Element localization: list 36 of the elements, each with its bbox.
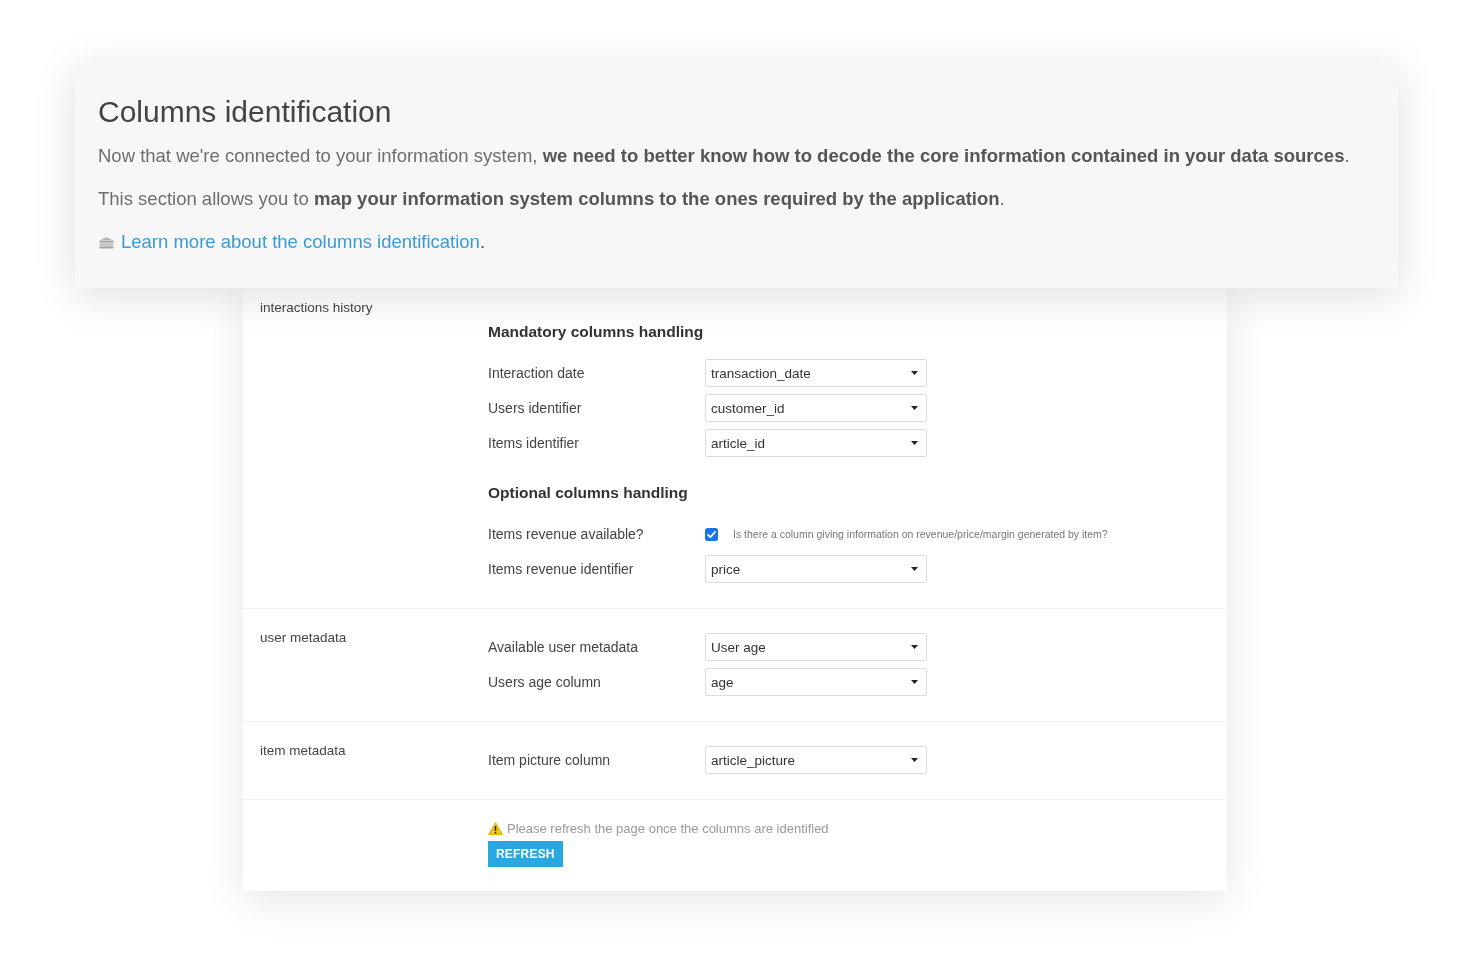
caret-icon <box>911 645 918 649</box>
select-field[interactable]: article_id <box>705 429 927 457</box>
select-field[interactable]: customer_id <box>705 394 927 422</box>
warning-icon <box>488 821 503 835</box>
field-label: Users age column <box>488 674 602 690</box>
caret-icon <box>911 406 918 410</box>
stack-icon <box>98 235 115 249</box>
field-label: Items revenue identifier <box>488 561 635 577</box>
field-label: Users identifier <box>488 400 583 416</box>
section-label: user metadata <box>260 630 348 646</box>
field-label: Available user metadata <box>488 639 639 655</box>
field-label: Items revenue available? <box>488 526 645 542</box>
select-field[interactable]: article_picture <box>705 746 927 774</box>
group-heading: Optional columns handling <box>488 483 689 503</box>
field-label: Items identifier <box>488 435 581 451</box>
select-field[interactable]: transaction_date <box>705 359 927 387</box>
warning-text: Please refresh the page once the columns are identified <box>507 820 829 836</box>
field-label: Item picture column <box>488 752 612 768</box>
select-field[interactable]: price <box>705 555 927 583</box>
hint-text: Is there a column giving information on revenue/price/margin generated by item? <box>733 528 1108 540</box>
select-field[interactable]: User age <box>705 633 927 661</box>
intro-paragraph: Now that we're connected to your information system, we need to better know how to decode the core information contained in your data sources. <box>98 144 1351 168</box>
section-label: interactions history <box>260 300 374 316</box>
field-label: Interaction date <box>488 365 586 381</box>
select-field[interactable]: age <box>705 668 927 696</box>
caret-icon <box>911 371 918 375</box>
checkbox[interactable] <box>705 527 718 541</box>
learn-more-line: Learn more about the columns identification. <box>121 230 486 254</box>
group-heading: Mandatory columns handling <box>488 322 705 342</box>
caret-icon <box>911 758 918 762</box>
intro-paragraph: This section allows you to map your information system columns to the ones required by the application. <box>98 187 1006 211</box>
caret-icon <box>911 441 918 445</box>
page-title: Columns identification <box>98 94 393 130</box>
caret-icon <box>911 680 918 684</box>
caret-icon <box>911 567 918 571</box>
section-label: item metadata <box>260 743 347 759</box>
